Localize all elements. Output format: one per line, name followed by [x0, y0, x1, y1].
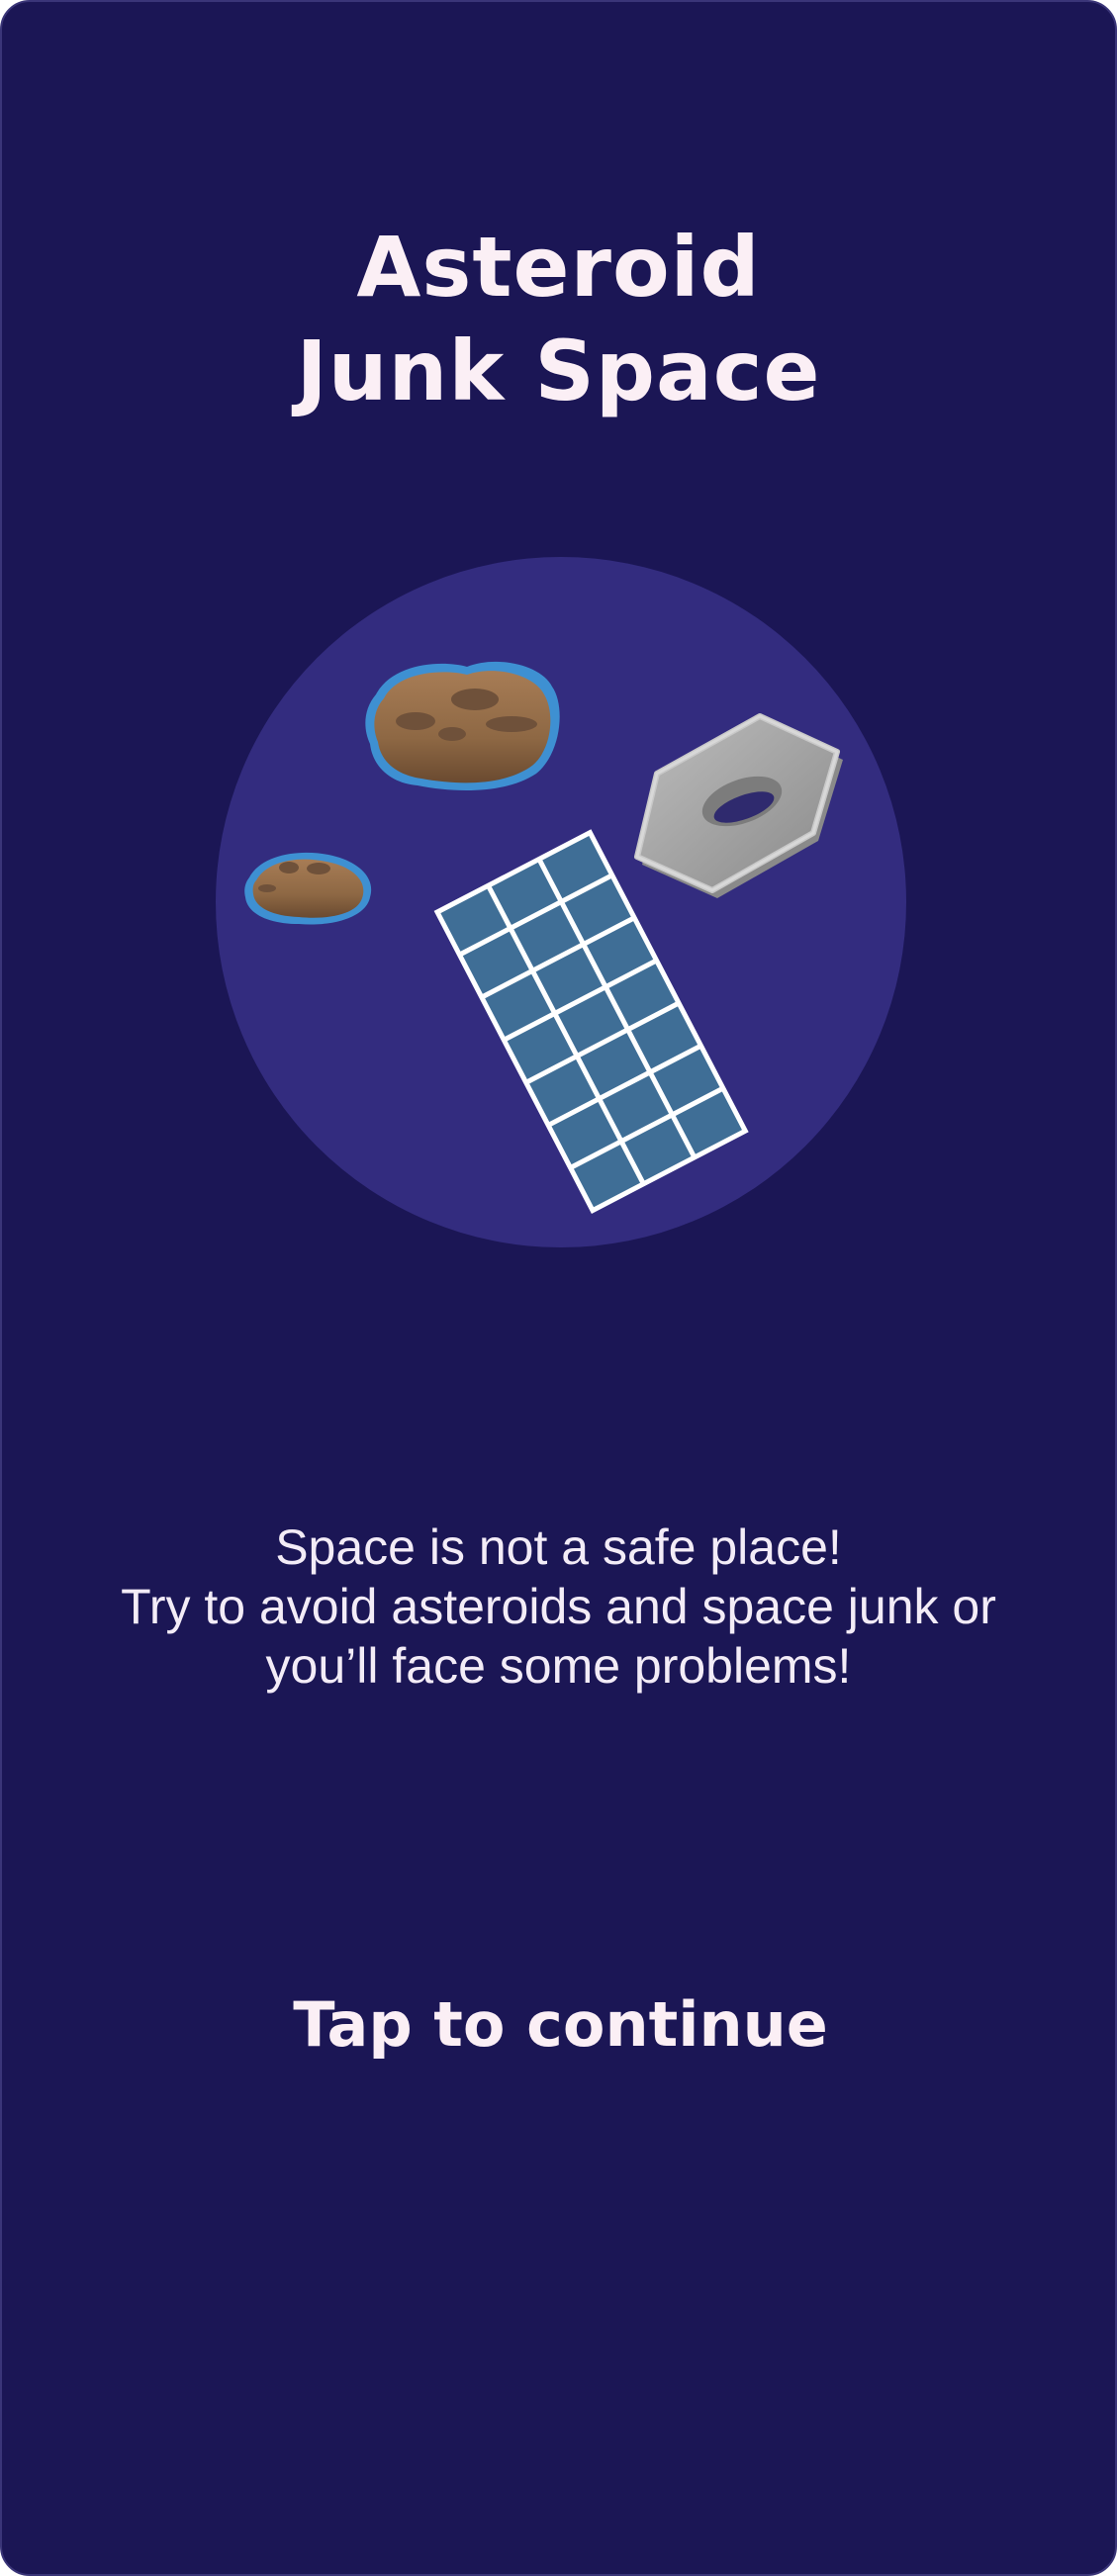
tap-to-continue-button[interactable]: Tap to continue [200, 1971, 921, 2079]
intro-screen[interactable]: Asteroid Junk Space Space is not a safe … [0, 0, 1117, 2576]
warning-message-line-2: Try to avoid asteroids and space junk or [121, 1579, 996, 1634]
small-asteroid-icon [244, 852, 372, 925]
hazards-illustration [216, 557, 906, 1247]
large-asteroid-icon [365, 661, 560, 790]
warning-message-line-1: Space is not a safe place! [275, 1519, 842, 1575]
warning-message-line-3: you’ll face some problems! [265, 1638, 852, 1694]
